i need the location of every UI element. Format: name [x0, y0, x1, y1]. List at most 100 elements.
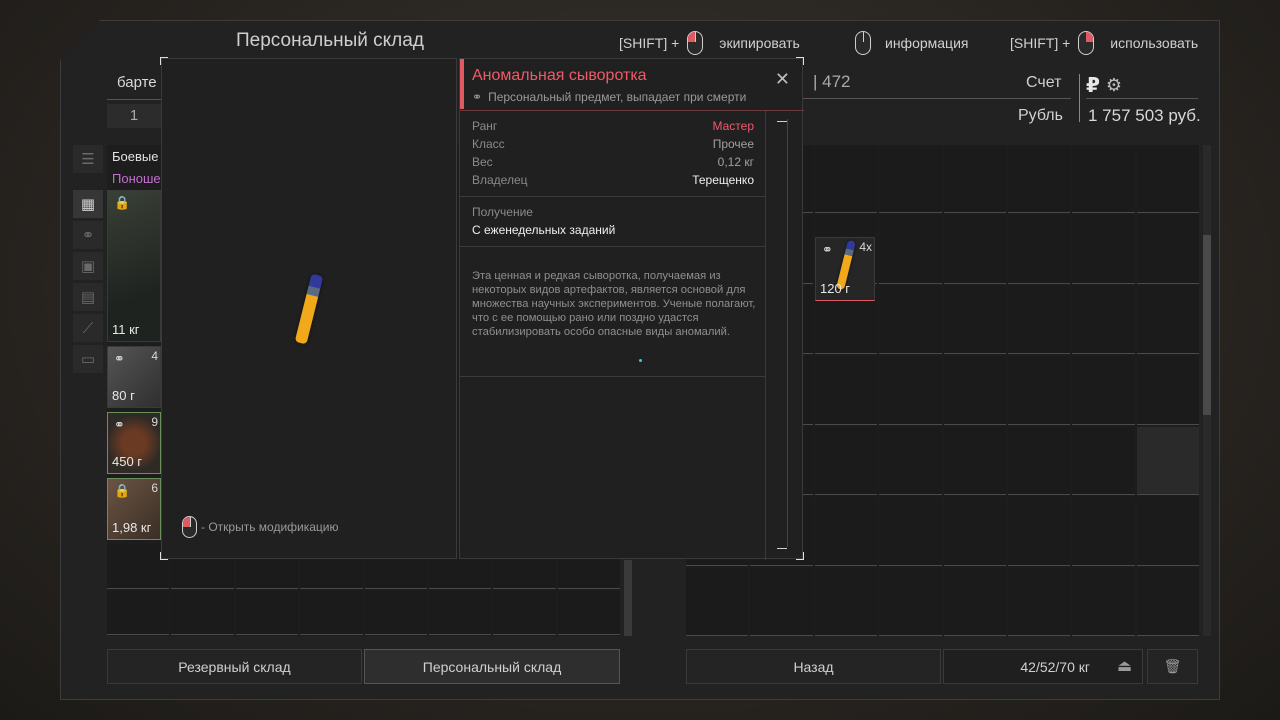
link-icon: ⚭	[81, 227, 95, 244]
grid-cell[interactable]	[879, 426, 942, 496]
item-name: Аномальная сыворотка	[472, 67, 647, 84]
tab-armor[interactable]: ▣	[73, 252, 103, 280]
grid-cell[interactable]	[814, 497, 878, 566]
gear-icon[interactable]: ⚙	[1106, 75, 1122, 96]
inventory-item[interactable]: 🔒 6 1,98 кг	[107, 478, 161, 540]
grid-cell[interactable]	[750, 567, 813, 636]
trash-button[interactable]: 🗑	[1147, 649, 1198, 684]
knife-icon: ⟋	[82, 319, 94, 337]
right-scrollbar-thumb[interactable]	[1203, 235, 1211, 415]
barter-tab[interactable]: барте	[107, 72, 167, 100]
grid-cell[interactable]	[171, 591, 234, 635]
grid-cell[interactable]	[1136, 567, 1199, 636]
grid-cell[interactable]	[814, 426, 878, 496]
grid-cell[interactable]	[879, 497, 942, 566]
grid-cell[interactable]	[943, 215, 1006, 284]
tab-storage[interactable]: ▭	[73, 345, 103, 373]
grid-cell[interactable]	[364, 591, 427, 635]
item-count: 4x	[859, 240, 872, 254]
serum-item[interactable]: ⚭ 4x 120 г	[815, 237, 875, 301]
grid-cell[interactable]	[686, 567, 749, 636]
grid-cell[interactable]	[879, 215, 942, 284]
personal-storage-button[interactable]: Персональный склад	[364, 649, 620, 684]
stat-key: Ранг	[472, 119, 498, 133]
grid-cell[interactable]	[1072, 356, 1135, 425]
grid-cell[interactable]	[1072, 215, 1135, 284]
item-subtitle: ⚭ Персональный предмет, выпадает при сме…	[472, 90, 746, 104]
back-button[interactable]: Назад	[686, 649, 941, 684]
grid-cell[interactable]	[814, 567, 878, 636]
weight-display: 42/52/70 кг	[943, 649, 1143, 684]
grid-cell[interactable]	[879, 567, 942, 636]
page-selector[interactable]: 1	[107, 104, 161, 128]
tab-grid[interactable]: ▦	[73, 190, 103, 218]
grid-cell[interactable]	[943, 285, 1006, 355]
grid-cell[interactable]	[943, 497, 1006, 566]
item-weight: 80 г	[112, 388, 135, 403]
grid-cell[interactable]	[814, 356, 878, 425]
grid-cell[interactable]	[943, 356, 1006, 425]
weight-value: 42/52/70 кг	[1020, 658, 1090, 675]
grid-cell[interactable]	[493, 591, 556, 635]
right-scrollbar-track[interactable]	[1203, 145, 1211, 636]
close-icon[interactable]: ✕	[775, 69, 790, 90]
grid-cell[interactable]	[1007, 285, 1071, 355]
grid-cell[interactable]	[879, 285, 942, 355]
grid-cell[interactable]	[557, 591, 620, 635]
grid-cell[interactable]	[1136, 497, 1199, 566]
grid-cell[interactable]	[1136, 285, 1199, 355]
item-weight: 1,98 кг	[112, 520, 152, 535]
grid-cell[interactable]	[235, 591, 299, 635]
grid-cell[interactable]	[1007, 215, 1071, 284]
grid-cell[interactable]	[1072, 497, 1135, 566]
grid-cell[interactable]	[428, 591, 492, 635]
grid-cell[interactable]	[943, 145, 1006, 214]
tab-weapons[interactable]: ⟋	[73, 314, 103, 342]
grid-cell[interactable]	[879, 356, 942, 425]
grid-cell[interactable]	[300, 591, 363, 635]
grid-cell[interactable]	[1136, 215, 1199, 284]
reserve-storage-button[interactable]: Резервный склад	[107, 649, 362, 684]
grid-cell[interactable]	[1072, 285, 1135, 355]
obtain-label: Получение	[472, 205, 533, 219]
grid-cell[interactable]	[1136, 356, 1199, 425]
grid-cell[interactable]	[814, 145, 878, 214]
tab-list[interactable]: ☰	[73, 145, 103, 173]
corner-marker	[160, 552, 168, 560]
trash-icon: 🗑	[1163, 658, 1182, 674]
info-scrollbar[interactable]	[787, 119, 788, 547]
inventory-item[interactable]: ⚭ 9 450 г	[107, 412, 161, 474]
grid-cell[interactable]	[107, 591, 170, 635]
grid-cell[interactable]	[1072, 567, 1135, 636]
top-bar: Персональный склад [SHIFT] + экипировать…	[60, 20, 1220, 60]
grid-cell[interactable]	[1007, 356, 1071, 425]
divider	[765, 111, 766, 560]
link-icon: ⚭	[114, 351, 125, 366]
stat-row-class: Класс Прочее	[472, 137, 754, 151]
grid-cell[interactable]	[879, 145, 942, 214]
grid-cell[interactable]	[1007, 426, 1071, 496]
grid-cell[interactable]	[1007, 145, 1071, 214]
left-scrollbar[interactable]	[624, 560, 632, 636]
loading-dot	[639, 359, 642, 362]
balance-value: 1 757 503 руб.	[1088, 106, 1201, 125]
inventory-item[interactable]: ⚭ 4 80 г	[107, 346, 161, 408]
item-preview-panel: - Открыть модификацию	[161, 58, 457, 559]
grid-cell[interactable]	[1007, 567, 1071, 636]
currency-selector[interactable]: ₽ ⚙	[1086, 72, 1198, 99]
armor-item[interactable]: 🔒 11 кг	[107, 190, 161, 342]
corner-marker	[160, 57, 168, 65]
container-icon: ▤	[80, 289, 96, 306]
grid-cell[interactable]	[1072, 145, 1135, 214]
grid-cell[interactable]	[1136, 426, 1199, 496]
category-subtitle: Поноше	[112, 171, 161, 186]
grid-cell[interactable]	[1136, 145, 1199, 214]
tab-containers[interactable]: ▤	[73, 283, 103, 311]
grid-icon: ▦	[80, 196, 96, 213]
stat-value: 0,12 кг	[717, 155, 754, 169]
grid-cell[interactable]	[943, 567, 1006, 636]
grid-cell[interactable]	[1072, 426, 1135, 496]
grid-cell[interactable]	[943, 426, 1006, 496]
grid-cell[interactable]	[1007, 497, 1071, 566]
tab-linked[interactable]: ⚭	[73, 221, 103, 249]
